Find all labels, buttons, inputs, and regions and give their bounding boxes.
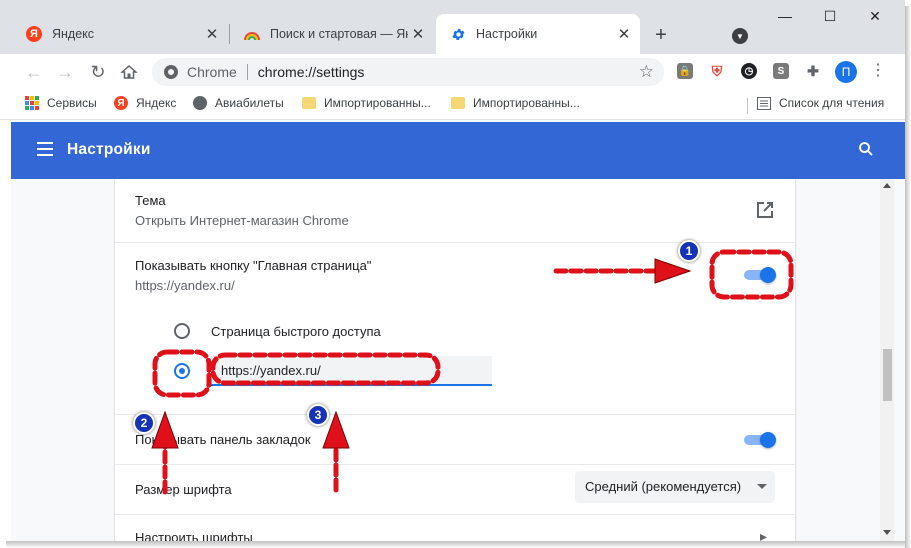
bookmark-label: Импортированны...: [324, 96, 431, 110]
bookmark-avia[interactable]: Авиабилеты: [193, 96, 284, 110]
apps-grid-icon: [25, 96, 39, 110]
reading-list-icon: [757, 96, 771, 110]
folder-icon: [302, 96, 316, 110]
window-shadow-bottom: [6, 541, 905, 548]
page-title: Настройки: [67, 141, 151, 158]
bookmark-label: Яндекс: [136, 96, 177, 110]
settings-header: Настройки: [11, 122, 905, 179]
omnibox-divider: [246, 64, 248, 80]
url-text[interactable]: chrome://settings: [258, 64, 365, 80]
new-tab-page-label: Страница быстрого доступа: [211, 324, 381, 339]
scroll-up-arrow-icon[interactable]: [883, 183, 891, 188]
theme-subtitle: Открыть Интернет-магазин Chrome: [135, 213, 349, 228]
home-button-row: Показывать кнопку "Главная страница" htt…: [115, 242, 795, 414]
new-tab-button[interactable]: +: [650, 24, 672, 46]
globe-icon: [193, 96, 207, 110]
annotation-badge-2: 2: [133, 412, 155, 434]
kebab-menu-icon[interactable]: ⋮: [870, 62, 886, 80]
extension-shield-icon[interactable]: ⛨: [709, 63, 725, 79]
folder-icon: [451, 96, 465, 110]
chevron-down-icon: [757, 484, 767, 489]
close-tab-icon[interactable]: ✕: [202, 25, 222, 43]
yandex-icon: Я: [114, 96, 128, 110]
extension-s-icon[interactable]: S: [773, 63, 789, 79]
page-scrollbar[interactable]: [880, 179, 894, 541]
tab-label: Поиск и стартовая — Янд: [270, 27, 408, 41]
tab-yandex[interactable]: Я Яндекс ✕: [12, 14, 228, 54]
profile-avatar[interactable]: П: [835, 61, 857, 83]
annotation-badge-3: 3: [307, 404, 329, 426]
scheme-chip: Chrome: [187, 64, 237, 80]
home-icon[interactable]: [117, 60, 141, 84]
tab-label: Яндекс: [52, 27, 95, 41]
font-size-value: Средний (рекомендуется): [585, 479, 742, 494]
extension-clock-icon[interactable]: ◷: [741, 63, 757, 79]
hamburger-menu-icon[interactable]: [37, 142, 53, 156]
bookmarks-divider: [747, 98, 748, 114]
extensions-puzzle-icon[interactable]: ✚: [805, 63, 821, 79]
reading-list-label: Список для чтения: [779, 96, 885, 110]
close-window-button[interactable]: ✕: [860, 8, 890, 25]
customize-fonts-title: Настроить шрифты: [135, 530, 253, 541]
extension-lock-icon[interactable]: 🔒: [677, 63, 693, 79]
tab-settings[interactable]: Настройки ✕: [436, 14, 640, 54]
chevron-right-icon: ▸: [760, 528, 768, 541]
bookmark-label: Сервисы: [47, 96, 97, 110]
font-size-select[interactable]: Средний (рекомендуется): [575, 471, 775, 503]
scroll-thumb[interactable]: [883, 349, 892, 401]
appearance-card: Тема Открыть Интернет-магазин Chrome Пок…: [115, 179, 795, 541]
bookmarks-bar: Сервисы Я Яндекс Авиабилеты Импортирован…: [0, 90, 905, 120]
address-bar[interactable]: Chrome chrome://settings ☆: [152, 58, 664, 86]
bookmark-label: Авиабилеты: [215, 96, 284, 110]
tab-search-icon[interactable]: ▼: [732, 28, 748, 44]
annotation-badge-1: 1: [678, 240, 700, 262]
close-tab-icon[interactable]: ✕: [408, 25, 428, 43]
settings-content: Тема Открыть Интернет-магазин Chrome Пок…: [11, 179, 905, 541]
bookmarks-bar-title: Показывать панель закладок: [135, 432, 311, 447]
customize-fonts-row[interactable]: Настроить шрифты ▸: [115, 514, 795, 541]
rainbow-icon: [244, 26, 260, 42]
bookmarks-bar-row[interactable]: Показывать панель закладок: [115, 414, 795, 464]
bookmark-imported-1[interactable]: Импортированны...: [302, 96, 431, 110]
bookmarks-bar-toggle[interactable]: [744, 432, 776, 448]
chrome-icon: [164, 65, 178, 79]
reload-icon[interactable]: ↻: [86, 60, 110, 84]
theme-row[interactable]: Тема Открыть Интернет-магазин Chrome: [115, 179, 795, 242]
custom-url-input[interactable]: https://yandex.ru/: [211, 356, 492, 386]
tab-label: Настройки: [476, 27, 538, 41]
yandex-icon: Я: [26, 26, 42, 42]
search-icon[interactable]: [857, 140, 875, 158]
back-arrow-icon[interactable]: ←: [22, 60, 46, 84]
scroll-down-arrow-icon[interactable]: [883, 530, 891, 535]
forward-arrow-icon[interactable]: →: [53, 60, 77, 84]
bookmark-yandex[interactable]: Я Яндекс: [114, 96, 176, 110]
radio-custom-url[interactable]: [174, 363, 190, 379]
reading-list-button[interactable]: Список для чтения: [757, 96, 884, 110]
window-shadow-right: [905, 6, 911, 548]
maximize-button[interactable]: ☐: [815, 8, 845, 25]
tab-search-start[interactable]: Поиск и стартовая — Янд ✕: [230, 14, 434, 54]
open-external-icon[interactable]: [756, 201, 774, 219]
bookmark-imported-2[interactable]: Импортированны...: [451, 96, 580, 110]
minimize-button[interactable]: —: [770, 8, 800, 24]
radio-new-tab-page[interactable]: [174, 323, 190, 339]
tab-strip: Я Яндекс ✕ Поиск и стартовая — Янд ✕ Нас…: [0, 0, 905, 54]
close-tab-icon[interactable]: ✕: [614, 25, 634, 43]
bookmark-services[interactable]: Сервисы: [25, 96, 97, 110]
home-button-title: Показывать кнопку "Главная страница": [135, 258, 372, 273]
browser-window: Я Яндекс ✕ Поиск и стартовая — Янд ✕ Нас…: [0, 0, 911, 548]
theme-title: Тема: [135, 193, 166, 208]
home-button-subtitle: https://yandex.ru/: [135, 278, 235, 293]
bookmark-star-icon[interactable]: ☆: [639, 62, 654, 82]
font-size-title: Размер шрифта: [135, 482, 232, 497]
bookmark-label: Импортированны...: [473, 96, 580, 110]
settings-gear-icon: [450, 26, 466, 42]
home-button-toggle[interactable]: [744, 267, 776, 283]
toolbar: ← → ↻ Chrome chrome://settings ☆ 🔒 ⛨ ◷ S…: [0, 54, 905, 90]
